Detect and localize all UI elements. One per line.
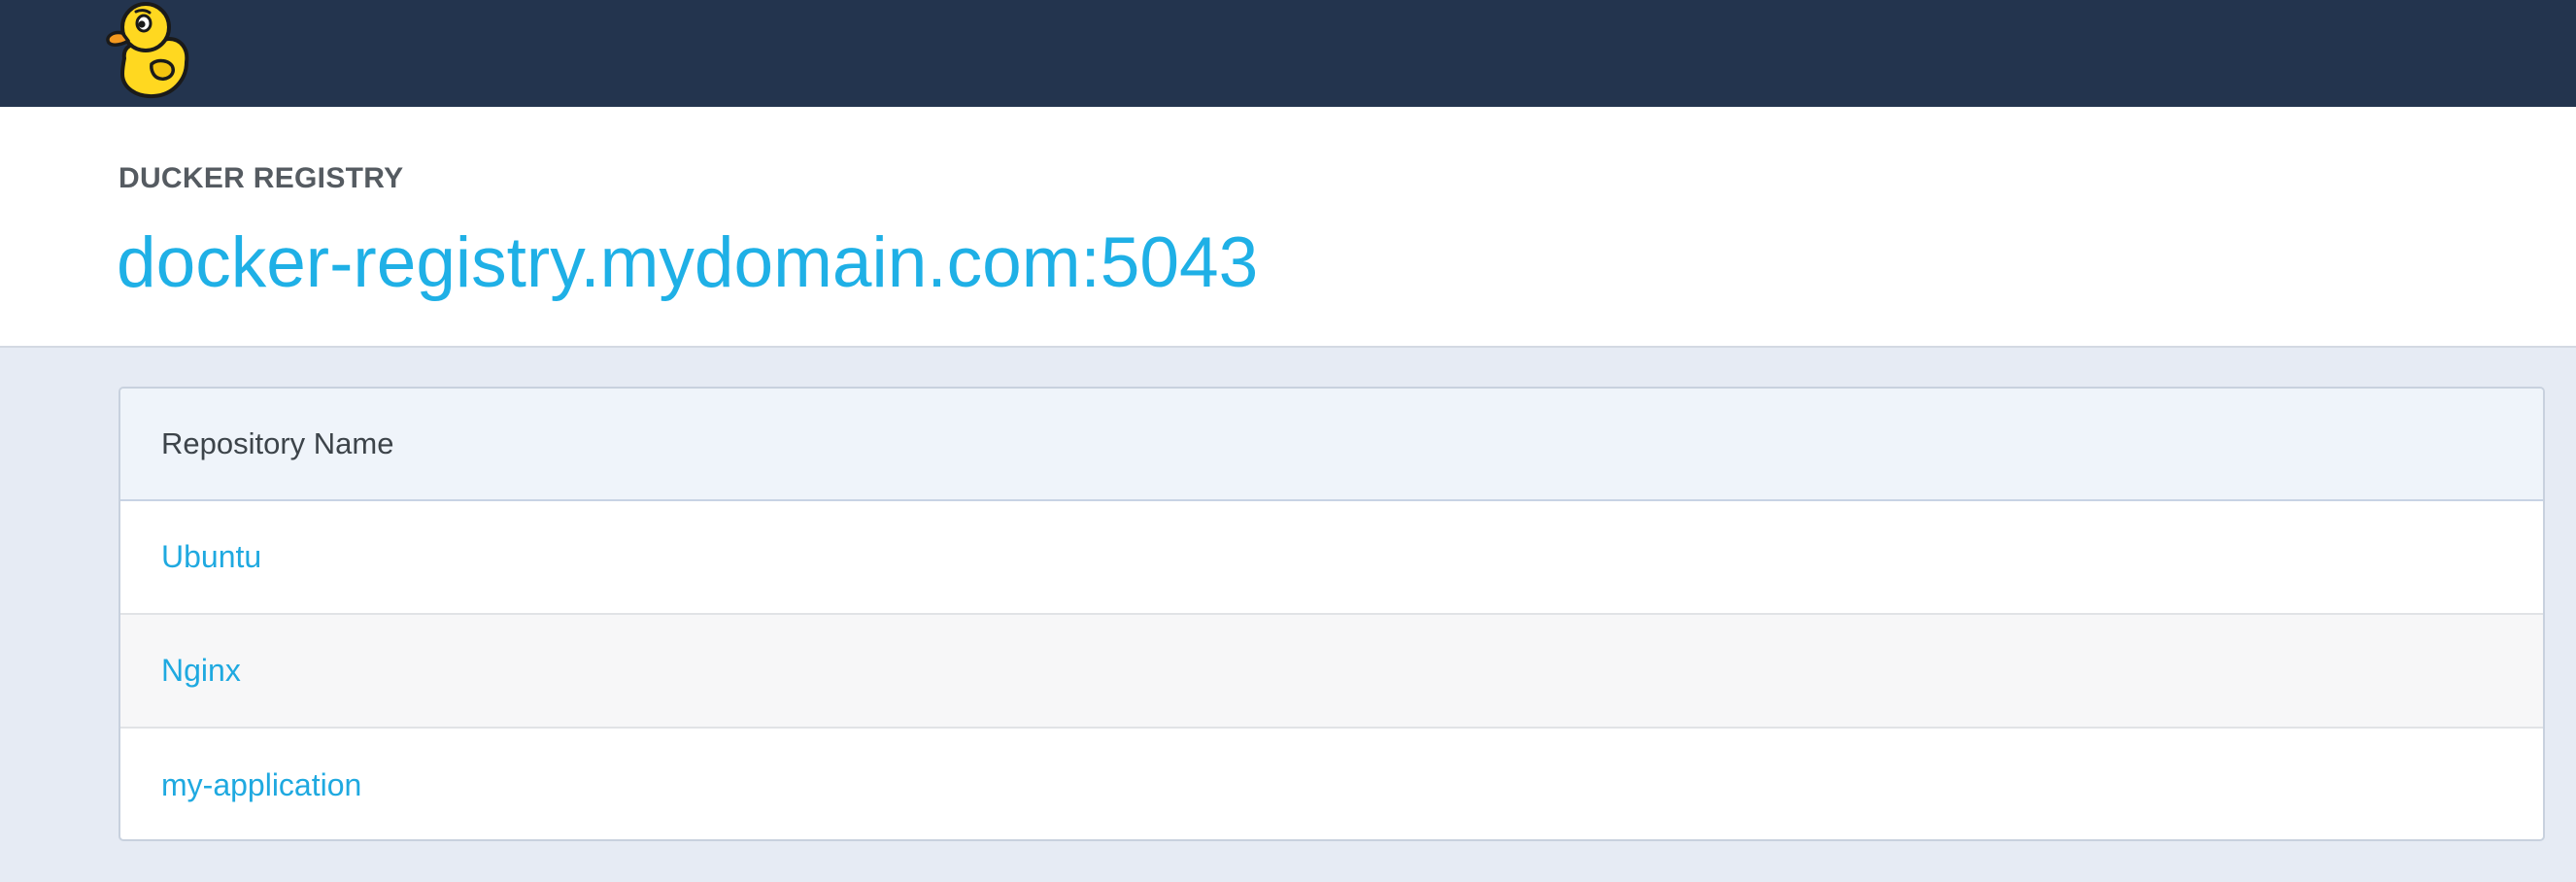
repository-link-nginx[interactable]: Nginx (161, 653, 241, 689)
app-subtitle: DUCKER REGISTRY (119, 162, 404, 194)
table-row: my-application (120, 729, 2543, 839)
repository-link-ubuntu[interactable]: Ubuntu (161, 539, 261, 575)
table-row: Ubuntu (120, 501, 2543, 615)
column-header-repository-name: Repository Name (161, 426, 394, 460)
page-title: docker-registry.mydomain.com:5043 (117, 223, 1259, 302)
table-row: Nginx (120, 615, 2543, 729)
rubber-duck-icon[interactable] (101, 0, 198, 101)
repository-link-my-application[interactable]: my-application (161, 767, 361, 803)
top-navbar (0, 0, 2576, 107)
table-header: Repository Name (120, 389, 2543, 501)
page-header: DUCKER REGISTRY docker-registry.mydomain… (0, 107, 2576, 348)
repository-table: Repository Name Ubuntu Nginx my-applicat… (119, 387, 2545, 841)
